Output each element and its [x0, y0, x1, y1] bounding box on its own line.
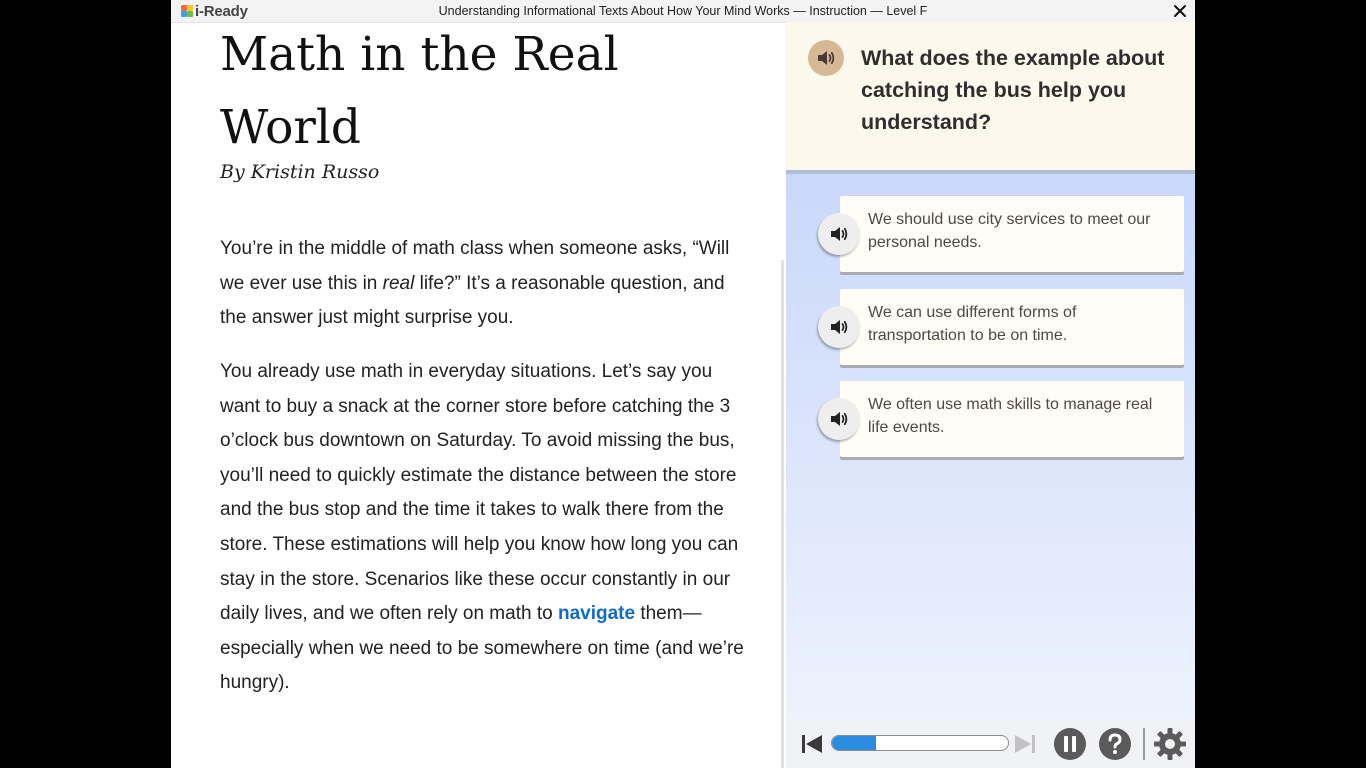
answer-option-3[interactable]: We often use math skills to manage real …: [840, 381, 1184, 457]
pause-icon: [1054, 728, 1086, 760]
article-byline: By Kristin Russo: [220, 161, 380, 183]
close-button[interactable]: [1171, 2, 1189, 20]
article-title: Math in the Real World: [220, 27, 619, 155]
lesson-controls: [786, 720, 1195, 768]
answer-options: We should use city services to meet our …: [786, 174, 1195, 720]
answer-2-audio-button[interactable]: [818, 306, 860, 348]
app-window: i-Ready Understanding Informational Text…: [171, 0, 1195, 768]
question-audio-button[interactable]: [808, 40, 844, 76]
close-icon: [1174, 5, 1186, 17]
controls-divider: [1143, 728, 1145, 760]
answer-option-1[interactable]: We should use city services to meet our …: [840, 196, 1184, 272]
question-panel: What does the example about catching the…: [786, 22, 1195, 768]
paragraph-1-emphasis: real: [382, 272, 415, 294]
pause-button[interactable]: [1053, 727, 1087, 761]
settings-icon: [1154, 728, 1186, 760]
skip-forward-button[interactable]: [1013, 732, 1037, 756]
help-button[interactable]: [1098, 727, 1132, 761]
question-box: What does the example about catching the…: [786, 22, 1195, 174]
question-text: What does the example about catching the…: [861, 46, 1165, 134]
speaker-icon: [818, 51, 835, 65]
lesson-progress-fill: [832, 736, 876, 750]
speaker-icon: [831, 227, 848, 241]
answer-option-text: We often use math skills to manage real …: [868, 396, 1153, 436]
window-title: Understanding Informational Texts About …: [438, 4, 928, 18]
article-paragraph-1: You’re in the middle of math class when …: [220, 232, 745, 336]
help-icon: [1099, 728, 1131, 760]
article-scrollbar[interactable]: [781, 260, 784, 768]
answer-1-audio-button[interactable]: [818, 213, 860, 255]
skip-back-button[interactable]: [800, 732, 824, 756]
article-paragraph-2: You already use math in everyday situati…: [220, 355, 745, 701]
vocabulary-link-navigate[interactable]: navigate: [558, 603, 635, 624]
article-pane: Math in the Real World By Kristin Russo …: [171, 22, 784, 768]
speaker-icon: [831, 412, 848, 426]
title-bar: i-Ready Understanding Informational Text…: [171, 0, 1195, 23]
settings-button[interactable]: [1153, 727, 1187, 761]
skip-forward-icon: [1015, 735, 1035, 753]
lesson-progress-bar: [831, 735, 1009, 751]
speaker-icon: [831, 320, 848, 334]
answer-option-text: We can use different forms of transporta…: [868, 304, 1077, 344]
answer-3-audio-button[interactable]: [818, 398, 860, 440]
answer-option-text: We should use city services to meet our …: [868, 211, 1151, 251]
skip-back-icon: [802, 735, 822, 753]
paragraph-2-text-start: You already use math in everyday situati…: [220, 361, 739, 625]
answer-option-2[interactable]: We can use different forms of transporta…: [840, 289, 1184, 365]
